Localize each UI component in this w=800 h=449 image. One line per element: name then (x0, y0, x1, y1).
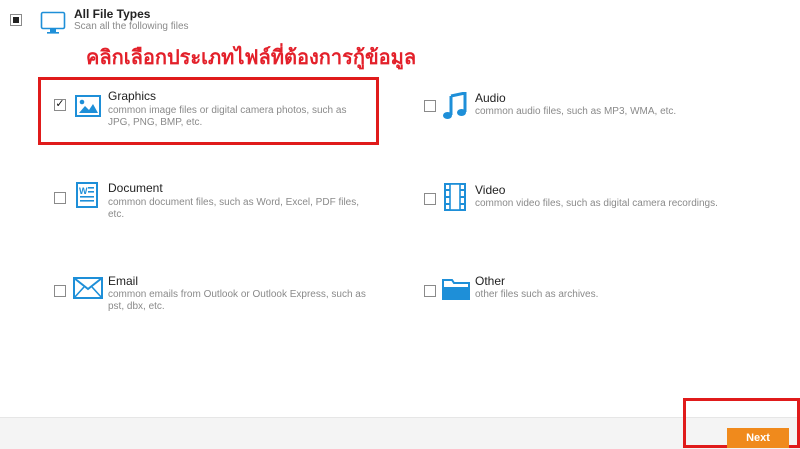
film-icon (444, 183, 466, 211)
music-note-icon (442, 91, 468, 120)
next-button[interactable]: Next (727, 428, 789, 448)
email-title: Email (108, 274, 139, 288)
footer-bar (0, 417, 800, 449)
all-file-types-title: All File Types (74, 7, 151, 21)
image-icon (75, 95, 101, 117)
video-description: common video files, such as digital came… (475, 198, 718, 209)
document-checkbox[interactable] (54, 192, 66, 204)
graphics-title: Graphics (108, 89, 157, 103)
graphics-checkbox[interactable]: ✓ (54, 97, 66, 111)
video-title: Video (475, 183, 506, 197)
folder-icon (442, 277, 470, 301)
audio-checkbox[interactable] (424, 100, 436, 112)
video-checkbox[interactable] (424, 193, 436, 205)
audio-description: common audio files, such as MP3, WMA, et… (475, 106, 677, 117)
other-description: other files such as archives. (475, 289, 599, 300)
document-description: common document files, such as Word, Exc… (108, 197, 360, 220)
checkmark-icon: ✓ (55, 97, 65, 110)
svg-text:W: W (79, 186, 88, 196)
monitor-icon (40, 11, 66, 35)
all-file-types-checkbox[interactable] (10, 14, 22, 26)
document-title: Document (108, 181, 163, 195)
email-checkbox[interactable] (54, 285, 66, 297)
other-title: Other (475, 274, 506, 288)
graphics-description: common image files or digital camera pho… (108, 105, 347, 128)
audio-title: Audio (475, 91, 506, 105)
other-checkbox[interactable] (424, 285, 436, 297)
document-icon: W (76, 182, 98, 208)
email-description: common emails from Outlook or Outlook Ex… (108, 289, 366, 312)
all-file-types-subtitle: Scan all the following files (74, 21, 189, 32)
envelope-icon (73, 277, 103, 299)
instruction-text: คลิกเลือกประเภทไฟล์ที่ต้องการกู้ข้อมูล (86, 45, 417, 69)
